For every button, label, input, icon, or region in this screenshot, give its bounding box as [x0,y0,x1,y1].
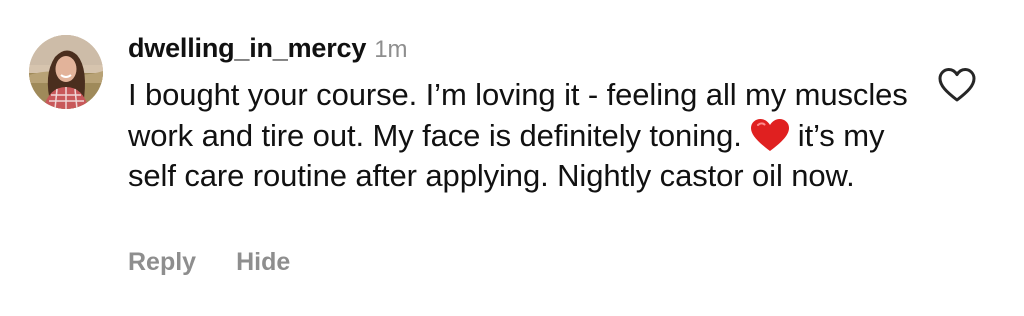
like-button[interactable] [937,66,977,104]
timestamp: 1m [374,36,408,63]
comment-body: I bought your course. I’m loving it - fe… [128,75,908,197]
comment-actions: Reply Hide [128,248,290,277]
heart-outline-icon [938,68,976,102]
hide-button[interactable]: Hide [236,248,290,277]
comment-text-part1: I bought your course. I’m loving it - fe… [128,77,908,153]
comment-item: dwelling_in_mercy 1m I bought your cours… [0,0,1024,316]
profile-photo-avatar [29,35,103,109]
avatar[interactable] [29,35,103,109]
red-heart-emoji-icon [750,118,789,151]
reply-button[interactable]: Reply [128,248,196,277]
username-link[interactable]: dwelling_in_mercy [128,33,366,64]
comment-header: dwelling_in_mercy 1m [128,33,408,67]
